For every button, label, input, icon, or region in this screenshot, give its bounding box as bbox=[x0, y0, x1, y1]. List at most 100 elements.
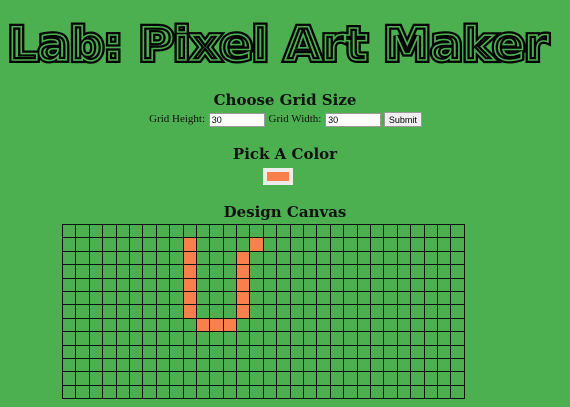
canvas-cell[interactable] bbox=[289, 277, 305, 292]
canvas-cell[interactable] bbox=[88, 304, 104, 319]
canvas-cell[interactable] bbox=[262, 237, 278, 252]
canvas-cell[interactable] bbox=[169, 264, 184, 279]
canvas-cell[interactable] bbox=[142, 304, 157, 319]
canvas-cell[interactable] bbox=[249, 317, 264, 333]
canvas-cell[interactable] bbox=[303, 344, 318, 359]
canvas-cell[interactable] bbox=[262, 290, 278, 306]
canvas-cell[interactable] bbox=[128, 384, 144, 400]
canvas-cell[interactable] bbox=[329, 277, 345, 292]
canvas-cell[interactable] bbox=[209, 237, 224, 252]
canvas-cell[interactable] bbox=[383, 304, 398, 319]
canvas-cell[interactable] bbox=[169, 371, 184, 386]
canvas-cell[interactable] bbox=[369, 264, 385, 279]
canvas-cell[interactable] bbox=[356, 384, 371, 400]
canvas-cell[interactable] bbox=[423, 290, 438, 306]
canvas-cell[interactable] bbox=[88, 371, 104, 386]
canvas-cell[interactable] bbox=[102, 250, 117, 266]
canvas-cell[interactable] bbox=[343, 264, 358, 279]
canvas-cell[interactable] bbox=[343, 357, 358, 373]
canvas-cell[interactable] bbox=[289, 264, 305, 279]
canvas-cell[interactable] bbox=[169, 237, 184, 252]
canvas-cell[interactable] bbox=[396, 250, 412, 266]
canvas-cell[interactable] bbox=[396, 237, 412, 252]
canvas-cell[interactable] bbox=[249, 331, 264, 346]
canvas-cell[interactable] bbox=[450, 250, 465, 266]
canvas-cell[interactable] bbox=[142, 264, 157, 279]
canvas-cell[interactable] bbox=[356, 344, 371, 359]
canvas-cell[interactable] bbox=[236, 237, 251, 252]
canvas-cell[interactable] bbox=[276, 317, 291, 333]
canvas-cell[interactable] bbox=[329, 371, 345, 386]
canvas-cell[interactable] bbox=[115, 344, 130, 359]
canvas-cell[interactable] bbox=[329, 331, 345, 346]
canvas-cell[interactable] bbox=[262, 264, 278, 279]
canvas-cell[interactable] bbox=[356, 331, 371, 346]
canvas-cell[interactable] bbox=[436, 223, 452, 239]
canvas-cell[interactable] bbox=[102, 357, 117, 373]
canvas-cell[interactable] bbox=[222, 384, 238, 400]
canvas-cell[interactable] bbox=[249, 357, 264, 373]
canvas-cell[interactable] bbox=[383, 344, 398, 359]
canvas-cell[interactable] bbox=[182, 223, 197, 239]
canvas-cell[interactable] bbox=[276, 237, 291, 252]
canvas-cell[interactable] bbox=[88, 357, 104, 373]
canvas-cell[interactable] bbox=[423, 371, 438, 386]
canvas-cell[interactable] bbox=[209, 290, 224, 306]
canvas-cell[interactable] bbox=[329, 357, 345, 373]
canvas-cell[interactable] bbox=[329, 384, 345, 400]
canvas-cell[interactable] bbox=[369, 304, 385, 319]
canvas-cell[interactable] bbox=[222, 371, 238, 386]
canvas-cell[interactable] bbox=[128, 317, 144, 333]
canvas-cell[interactable] bbox=[115, 317, 130, 333]
canvas-cell[interactable] bbox=[289, 384, 305, 400]
canvas-cell[interactable] bbox=[276, 371, 291, 386]
canvas-cell[interactable] bbox=[369, 371, 385, 386]
canvas-cell[interactable] bbox=[222, 304, 238, 319]
canvas-cell[interactable] bbox=[343, 317, 358, 333]
canvas-cell[interactable] bbox=[436, 290, 452, 306]
canvas-cell[interactable] bbox=[61, 384, 77, 400]
canvas-cell[interactable] bbox=[410, 264, 425, 279]
canvas-cell[interactable] bbox=[61, 277, 77, 292]
canvas-cell[interactable] bbox=[329, 264, 345, 279]
canvas-cell[interactable] bbox=[155, 371, 171, 386]
canvas-cell[interactable] bbox=[276, 223, 291, 239]
canvas-cell[interactable] bbox=[423, 223, 438, 239]
canvas-cell[interactable] bbox=[356, 223, 371, 239]
canvas-cell[interactable] bbox=[155, 331, 171, 346]
canvas-cell[interactable] bbox=[222, 290, 238, 306]
canvas-cell[interactable] bbox=[61, 264, 77, 279]
canvas-cell[interactable] bbox=[182, 357, 197, 373]
canvas-cell[interactable] bbox=[276, 277, 291, 292]
canvas-cell[interactable] bbox=[236, 223, 251, 239]
canvas-cell[interactable] bbox=[128, 264, 144, 279]
canvas-cell[interactable] bbox=[343, 344, 358, 359]
canvas-cell[interactable] bbox=[450, 290, 465, 306]
canvas-cell[interactable] bbox=[88, 384, 104, 400]
canvas-cell[interactable] bbox=[155, 277, 171, 292]
canvas-cell[interactable] bbox=[369, 290, 385, 306]
canvas-cell[interactable] bbox=[396, 371, 412, 386]
canvas-cell[interactable] bbox=[155, 384, 171, 400]
canvas-cell[interactable] bbox=[289, 290, 305, 306]
canvas-cell[interactable] bbox=[329, 250, 345, 266]
canvas-cell[interactable] bbox=[61, 344, 77, 359]
canvas-cell[interactable] bbox=[316, 384, 331, 400]
canvas-cell[interactable] bbox=[142, 237, 157, 252]
canvas-cell[interactable] bbox=[115, 237, 130, 252]
canvas-cell[interactable] bbox=[276, 250, 291, 266]
canvas-cell[interactable] bbox=[423, 344, 438, 359]
canvas-cell[interactable] bbox=[236, 331, 251, 346]
canvas-cell[interactable] bbox=[236, 384, 251, 400]
canvas-cell[interactable] bbox=[195, 264, 211, 279]
canvas-cell[interactable] bbox=[289, 237, 305, 252]
canvas-cell[interactable] bbox=[75, 223, 90, 239]
canvas-cell[interactable] bbox=[88, 237, 104, 252]
canvas-cell[interactable] bbox=[75, 357, 90, 373]
canvas-cell[interactable] bbox=[436, 371, 452, 386]
canvas-cell[interactable] bbox=[249, 250, 264, 266]
canvas-cell[interactable] bbox=[396, 264, 412, 279]
canvas-cell[interactable] bbox=[383, 277, 398, 292]
canvas-cell[interactable] bbox=[169, 304, 184, 319]
canvas-cell[interactable] bbox=[423, 237, 438, 252]
